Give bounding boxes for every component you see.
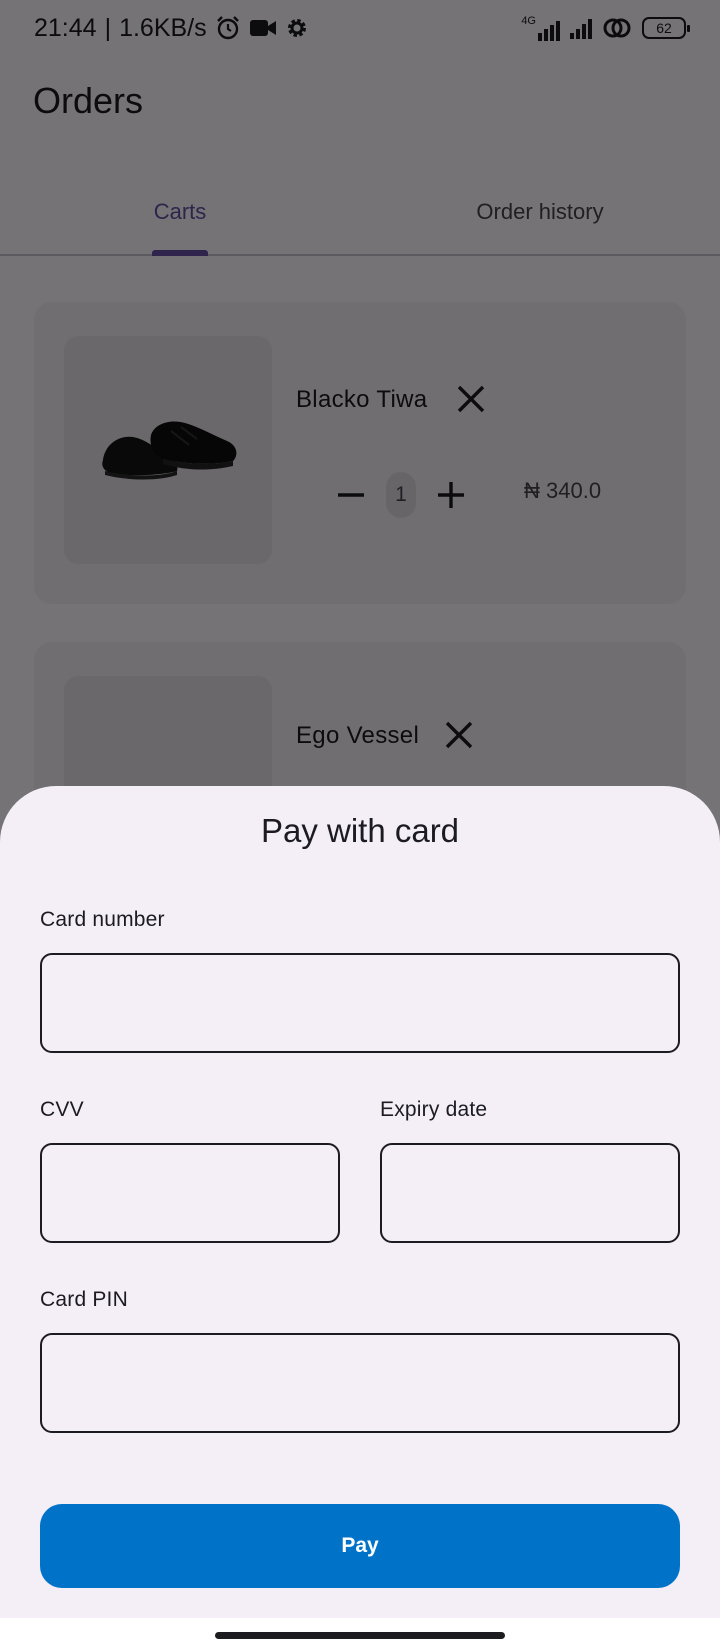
cvv-field[interactable] [40, 1143, 340, 1243]
tab-carts[interactable]: Carts [0, 170, 360, 256]
close-icon[interactable] [454, 382, 488, 416]
status-net-speed: 1.6KB/s [119, 13, 207, 42]
battery-level: 62 [656, 20, 672, 36]
signal-4g-icon: 4G [521, 15, 560, 41]
cvv-label: CVV [40, 1098, 84, 1121]
expiry-date-label: Expiry date [380, 1098, 488, 1121]
product-image [64, 336, 272, 564]
quantity-value: 1 [386, 472, 416, 518]
item-price: ₦ 340.0 [524, 478, 602, 503]
status-time: 21:44 [34, 13, 97, 42]
card-pin-label: Card PIN [40, 1288, 128, 1311]
tab-indicator [152, 250, 208, 256]
pay-button[interactable]: Pay [40, 1504, 680, 1588]
sheet-title: Pay with card [260, 812, 460, 849]
card-pin-field[interactable] [40, 1333, 680, 1433]
status-bar: 21:44 | 1.6KB/s 4G 62 [0, 0, 720, 56]
signal-icon [570, 17, 592, 39]
alarm-icon [216, 16, 239, 40]
battery-icon: 62 [642, 17, 690, 39]
tab-bar: Carts Order history [0, 170, 720, 256]
close-icon[interactable] [442, 718, 476, 752]
tab-order-history-label: Order history [476, 199, 604, 224]
tab-order-history[interactable]: Order history [360, 170, 720, 254]
minus-icon[interactable] [334, 478, 368, 512]
payment-bottom-sheet: Pay with card Card number CVV Expiry dat… [0, 786, 720, 1618]
expiry-date-field[interactable] [380, 1143, 680, 1243]
hotspot-icon [603, 18, 631, 38]
status-separator: | [104, 13, 112, 42]
tab-carts-label: Carts [153, 199, 207, 224]
item-name: Blacko Tiwa [296, 386, 428, 413]
plus-icon[interactable] [434, 478, 468, 512]
quantity-stepper: 1 [334, 472, 468, 518]
card-number-field[interactable] [40, 953, 680, 1053]
page-title: Orders [33, 80, 144, 121]
settings-icon [287, 19, 306, 37]
black-sneakers-image [102, 421, 237, 480]
card-number-label: Card number [40, 908, 165, 931]
network-type-label: 4G [521, 15, 536, 27]
video-icon [249, 20, 276, 36]
item-name: Ego Vessel [296, 722, 420, 749]
cart-item: Blacko Tiwa 1 ₦ 340.0 [34, 302, 686, 604]
home-indicator[interactable] [215, 1632, 505, 1639]
